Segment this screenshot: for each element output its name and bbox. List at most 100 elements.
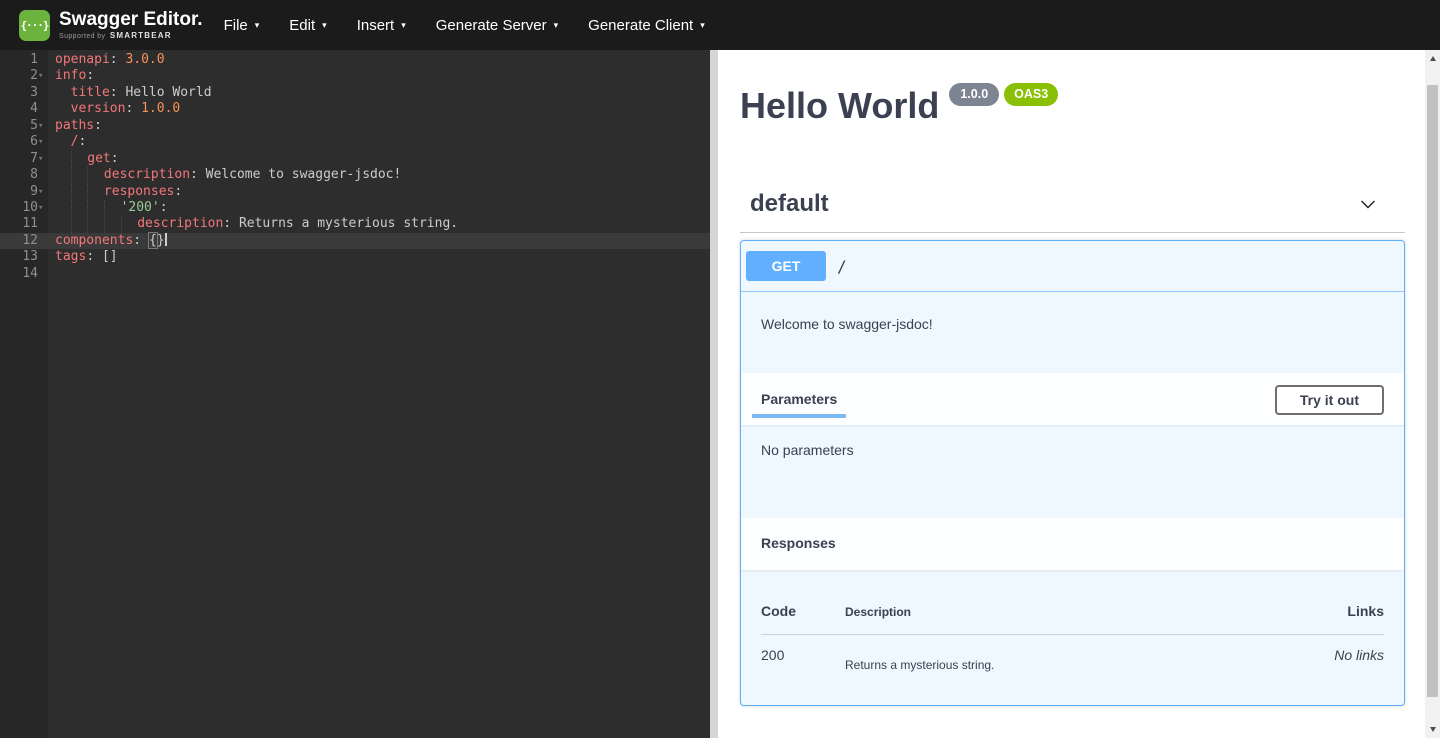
fold-caret-icon[interactable]: ▾: [38, 200, 47, 216]
editor-line[interactable]: 9▾responses:: [0, 184, 710, 200]
responses-table-header: Code Description Links: [761, 603, 1384, 635]
pane-splitter[interactable]: [710, 50, 718, 738]
token-plain: Hello World: [125, 85, 211, 100]
line-number[interactable]: 12: [0, 233, 48, 249]
line-number[interactable]: 5▾: [0, 118, 48, 134]
chevron-down-icon[interactable]: [1358, 194, 1378, 214]
token-key: openapi: [55, 52, 110, 67]
line-number[interactable]: 4: [0, 101, 48, 117]
code-line-text: title: Hello World: [48, 85, 212, 101]
indent-guide: [121, 216, 138, 232]
try-it-out-button[interactable]: Try it out: [1275, 385, 1384, 415]
editor-line[interactable]: 5▾ paths:: [0, 118, 710, 134]
code-line-text: components: {}: [48, 233, 167, 249]
menu-file[interactable]: File ▾: [209, 0, 275, 50]
line-number[interactable]: 2▾: [0, 68, 48, 84]
line-number[interactable]: 13: [0, 249, 48, 265]
yaml-editor[interactable]: 1openapi: 3.0.02▾info:3title: Hello Worl…: [0, 50, 710, 738]
editor-code-area[interactable]: 1openapi: 3.0.02▾info:3title: Hello Worl…: [0, 52, 710, 282]
scrollbar-thumb[interactable]: [1427, 85, 1438, 697]
line-number[interactable]: 14: [0, 266, 48, 282]
menubar: File▾Edit▾Insert▾Generate Server▾Generat…: [209, 0, 720, 50]
menu-label: Generate Server: [436, 17, 547, 34]
line-number[interactable]: 7▾: [0, 151, 48, 167]
token-plain: :: [94, 118, 102, 133]
tag-title: default: [750, 190, 829, 218]
token-plain: :: [78, 134, 86, 149]
token-plain: :: [160, 200, 168, 215]
api-info-section: Hello World 1.0.0 OAS3: [718, 50, 1425, 126]
editor-line[interactable]: 7▾get:: [0, 151, 710, 167]
fold-caret-icon[interactable]: ▾: [38, 134, 47, 150]
fold-caret-icon[interactable]: ▾: [38, 184, 47, 200]
response-description: Returns a mysterious string.: [845, 635, 1254, 672]
editor-line[interactable]: 6▾/:: [0, 134, 710, 150]
tag-section-default[interactable]: default: [740, 190, 1405, 233]
menu-generate-client[interactable]: Generate Client▾: [573, 0, 720, 50]
caret-down-icon: ▾: [255, 21, 260, 30]
editor-line[interactable]: 10▾'200':: [0, 200, 710, 216]
menu-generate-server[interactable]: Generate Server▾: [421, 0, 573, 50]
line-number[interactable]: 1: [0, 52, 48, 68]
token-plain: Welcome to swagger-jsdoc!: [206, 167, 402, 182]
scrollbar-down-arrow-icon[interactable]: [1425, 721, 1440, 738]
api-documentation: Hello World 1.0.0 OAS3 default: [718, 50, 1425, 706]
token-bracket: {: [149, 233, 157, 248]
token-key: paths: [55, 118, 94, 133]
operation-summary[interactable]: GET /: [741, 241, 1404, 292]
parameters-header: Parameters Try it out: [741, 373, 1404, 425]
token-plain: :: [223, 216, 239, 231]
line-number[interactable]: 9▾: [0, 184, 48, 200]
editor-line[interactable]: 12components: {}: [0, 233, 710, 249]
code-line-text: description: Returns a mysterious string…: [48, 216, 458, 232]
indent-guide: [87, 167, 104, 183]
token-key: description: [104, 167, 190, 182]
line-number[interactable]: 8: [0, 167, 48, 183]
editor-line[interactable]: 1openapi: 3.0.0: [0, 52, 710, 68]
responses-header: Responses: [741, 518, 1404, 570]
token-plain: }: [157, 233, 165, 248]
scrollbar-up-arrow-icon[interactable]: [1425, 50, 1440, 67]
oas3-badge: OAS3: [1004, 83, 1058, 106]
line-number[interactable]: 3: [0, 85, 48, 101]
swagger-editor-logo[interactable]: {···} Swagger Editor. Supported by SMART…: [19, 10, 203, 41]
editor-line[interactable]: 3title: Hello World: [0, 85, 710, 101]
indent-guide: [55, 134, 71, 150]
parameters-body: No parameters: [741, 425, 1404, 518]
tab-parameters[interactable]: Parameters: [752, 391, 846, 418]
editor-line[interactable]: 8description: Welcome to swagger-jsdoc!: [0, 167, 710, 183]
indent-guide: [104, 216, 121, 232]
code-line-text: responses:: [48, 184, 182, 200]
fold-caret-icon[interactable]: ▾: [38, 118, 47, 134]
indent-guide: [55, 184, 71, 200]
code-line-text: '200':: [48, 200, 168, 216]
menu-edit[interactable]: Edit▾: [274, 0, 341, 50]
supported-by-label: Supported by: [59, 33, 105, 40]
editor-line[interactable]: 11description: Returns a mysterious stri…: [0, 216, 710, 232]
indent-guide: [71, 216, 88, 232]
token-key: components: [55, 233, 133, 248]
line-number[interactable]: 6▾: [0, 134, 48, 150]
menu-insert[interactable]: Insert▾: [342, 0, 421, 50]
token-str: '200': [121, 200, 160, 215]
indent-guide: [55, 101, 71, 117]
editor-line[interactable]: 4version: 1.0.0: [0, 101, 710, 117]
operation-path: /: [837, 257, 847, 276]
editor-line[interactable]: 14: [0, 266, 710, 282]
indent-guide: [87, 216, 104, 232]
operation-description: Welcome to swagger-jsdoc!: [741, 292, 1404, 373]
line-number[interactable]: 11: [0, 216, 48, 232]
fold-caret-icon[interactable]: ▾: [38, 151, 47, 167]
editor-line[interactable]: 2▾info:: [0, 68, 710, 84]
code-line-text: openapi: 3.0.0: [48, 52, 165, 68]
indent-guide: [71, 200, 88, 216]
operation-block-get: GET / Welcome to swagger-jsdoc! Paramete…: [740, 240, 1405, 706]
fold-caret-icon[interactable]: ▾: [38, 68, 47, 84]
token-key: description: [137, 216, 223, 231]
caret-down-icon: ▾: [401, 21, 406, 30]
line-number[interactable]: 10▾: [0, 200, 48, 216]
code-line-text: info:: [48, 68, 94, 84]
doc-scrollbar[interactable]: [1425, 50, 1440, 738]
menu-label: File: [224, 17, 248, 34]
editor-line[interactable]: 13tags: []: [0, 249, 710, 265]
